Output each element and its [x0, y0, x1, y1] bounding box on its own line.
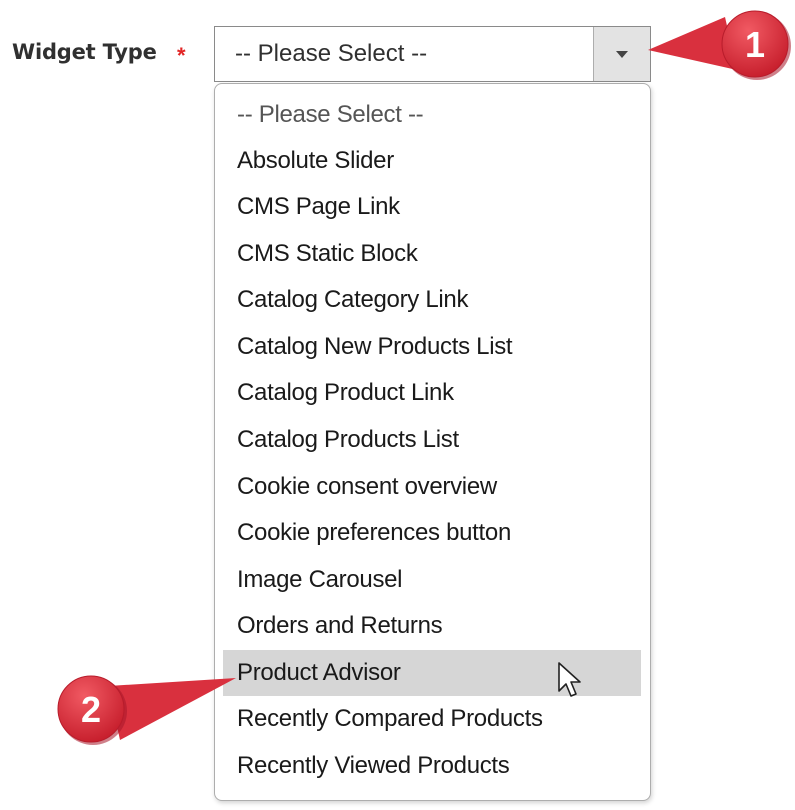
option-image-carousel[interactable]: Image Carousel: [223, 557, 641, 603]
callout-number-1: 1: [745, 24, 765, 65]
widget-type-label: Widget Type: [12, 40, 157, 64]
option-cms-static-block[interactable]: CMS Static Block: [223, 231, 641, 277]
option-catalog-category-link[interactable]: Catalog Category Link: [223, 277, 641, 323]
option-cookie-consent-overview[interactable]: Cookie consent overview: [223, 464, 641, 510]
option-catalog-products-list[interactable]: Catalog Products List: [223, 417, 641, 463]
callout-badge-1: 1: [648, 10, 791, 80]
option-recently-viewed-products[interactable]: Recently Viewed Products: [223, 743, 641, 789]
option-cookie-preferences-button[interactable]: Cookie preferences button: [223, 510, 641, 556]
required-marker: *: [177, 43, 186, 68]
widget-type-select[interactable]: -- Please Select --: [214, 26, 651, 82]
option-cms-page-link[interactable]: CMS Page Link: [223, 184, 641, 230]
callout-badge-2: 2: [57, 675, 236, 745]
select-current-value: -- Please Select --: [235, 40, 428, 67]
option-absolute-slider[interactable]: Absolute Slider: [223, 138, 641, 184]
mouse-pointer-icon: [558, 662, 581, 697]
callout-number-2: 2: [81, 689, 101, 730]
option-please-select[interactable]: -- Please Select --: [223, 92, 641, 138]
option-catalog-new-products-list[interactable]: Catalog New Products List: [223, 324, 641, 370]
option-catalog-product-link[interactable]: Catalog Product Link: [223, 370, 641, 416]
triangle-down-icon: [616, 50, 628, 58]
option-orders-and-returns[interactable]: Orders and Returns: [223, 603, 641, 649]
